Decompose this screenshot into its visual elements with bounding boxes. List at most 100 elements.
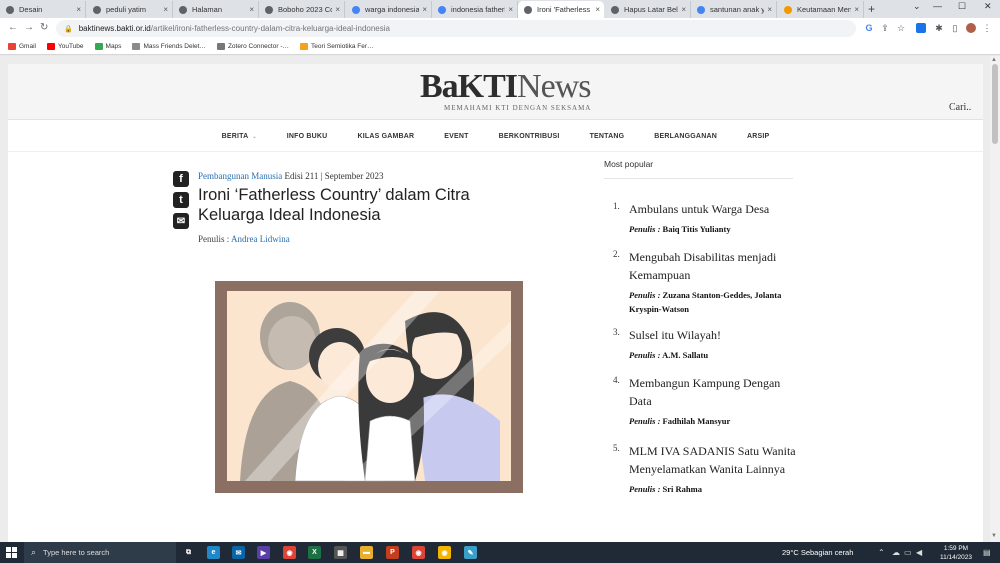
chrome-2-icon[interactable]: ◉ <box>438 546 451 559</box>
article-category[interactable]: Pembangunan Manusia <box>198 171 282 181</box>
browser-tab[interactable]: peduli yatim × <box>87 1 173 18</box>
tab-close-icon[interactable]: × <box>767 5 772 14</box>
nav-item[interactable]: BERKONTRIBUSI <box>499 133 560 140</box>
nav-item[interactable]: INFO BUKU <box>287 133 328 140</box>
globe-icon <box>93 5 101 14</box>
scroll-down-icon[interactable]: ▼ <box>991 533 997 539</box>
weather-widget[interactable]: 29°C Sebagian cerah <box>782 548 853 557</box>
volume-icon[interactable]: ◀ <box>916 548 922 557</box>
facebook-share-icon[interactable]: f <box>173 171 189 187</box>
profile-avatar-icon[interactable] <box>966 23 976 33</box>
notes-icon[interactable]: ✎ <box>464 546 477 559</box>
author-name: Fadhilah Mansyur <box>662 416 731 426</box>
nav-item-label: ARSIP <box>746 133 770 140</box>
tab-close-icon[interactable]: × <box>595 5 600 14</box>
minimize-icon[interactable]: — <box>933 1 942 11</box>
tab-close-icon[interactable]: × <box>249 5 254 14</box>
mail-icon[interactable]: ✉ <box>232 546 245 559</box>
network-icon[interactable]: ▭ <box>904 548 912 557</box>
popular-item-title[interactable]: Mengubah Disabilitas menjadi Kemampuan <box>629 248 798 284</box>
bookmark-star-icon[interactable]: ☆ <box>896 23 906 33</box>
popular-item: 1. Ambulans untuk Warga Desa Penulis : Bai… <box>613 200 798 236</box>
tab-close-icon[interactable]: × <box>76 5 81 14</box>
media-icon[interactable]: ▶ <box>257 546 270 559</box>
tab-label: Ironi 'Fatherless C… <box>537 5 592 14</box>
extension-icon[interactable] <box>916 23 926 33</box>
window-close-icon[interactable]: ✕ <box>984 1 992 12</box>
twitter-share-icon[interactable]: t <box>173 192 189 208</box>
browser-tab[interactable]: Keutamaan Meny…× <box>778 1 864 18</box>
forward-icon[interactable]: → <box>24 22 34 33</box>
tab-close-icon[interactable]: × <box>163 5 168 14</box>
tab-close-icon[interactable]: × <box>335 5 340 14</box>
share-page-icon[interactable]: ⇪ <box>880 23 890 33</box>
email-share-icon[interactable]: ✉ <box>173 213 189 229</box>
tab-close-icon[interactable]: × <box>854 5 859 14</box>
side-panel-icon[interactable]: ▯ <box>950 23 960 33</box>
browser-tab[interactable]: Hapus Latar Belak…× <box>605 1 691 18</box>
bookmark-item[interactable]: Teori Semiotika Fer… <box>300 43 374 50</box>
nav-item[interactable]: EVENT <box>444 133 468 140</box>
article-edition: Edisi 211 | September 2023 <box>282 171 384 181</box>
browser-tab[interactable]: santunan anak ya…× <box>691 1 777 18</box>
tab-search-icon[interactable]: ⌄ <box>913 1 921 12</box>
browser-tab[interactable]: indonesia fatherl…× <box>432 1 518 18</box>
windows-start-icon[interactable] <box>6 547 17 558</box>
browser-tab[interactable]: warga indonesia …× <box>346 1 432 18</box>
cloud-icon[interactable]: ☁ <box>892 548 900 557</box>
tab-close-icon[interactable]: × <box>508 5 513 14</box>
excel-icon[interactable]: X <box>308 546 321 559</box>
browser-tab[interactable]: Ironi 'Fatherless C…× <box>518 1 604 18</box>
new-tab-icon[interactable]: + <box>868 2 875 16</box>
bookmark-item[interactable]: Mass Friends Delet… <box>132 43 206 50</box>
powerpoint-icon[interactable]: P <box>386 546 399 559</box>
popular-item-title[interactable]: Membangun Kampung Dengan Data <box>629 374 798 410</box>
edge-icon[interactable]: e <box>207 546 220 559</box>
nav-item[interactable]: ARSIP <box>747 133 769 140</box>
site-header: BaKTINews MEMAHAMI KTI DENGAN SEKSAMA Ca… <box>8 64 983 120</box>
bookmark-item[interactable]: Maps <box>94 43 121 50</box>
tab-close-icon[interactable]: × <box>681 5 686 14</box>
file-explorer-icon[interactable]: ▬ <box>360 546 373 559</box>
popular-item-title[interactable]: MLM IVA SADANIS Satu Wanita Menyelamatka… <box>629 442 798 478</box>
chrome-icon[interactable]: ◉ <box>283 546 296 559</box>
back-icon[interactable]: ← <box>8 22 18 33</box>
maximize-icon[interactable]: ☐ <box>958 1 966 12</box>
page-scrollbar[interactable]: ▲ ▼ <box>990 56 1000 542</box>
nav-item[interactable]: BERITA ⌄ <box>222 133 257 140</box>
popular-item-title[interactable]: Ambulans untuk Warga Desa <box>629 200 798 218</box>
scroll-up-icon[interactable]: ▲ <box>991 57 997 63</box>
web-page: BaKTINews MEMAHAMI KTI DENGAN SEKSAMA Ca… <box>8 64 983 542</box>
tab-label: Halaman <box>192 5 223 14</box>
browser-tab[interactable]: Boboho 2023 Co…× <box>259 1 345 18</box>
reload-icon[interactable]: ↻ <box>40 22 48 33</box>
site-logo[interactable]: BaKTINews <box>420 68 591 106</box>
author-name[interactable]: Andrea Lidwina <box>231 234 290 244</box>
nav-item[interactable]: BERLANGGANAN <box>654 133 717 140</box>
extensions-puzzle-icon[interactable]: ✱ <box>934 23 944 33</box>
tab-close-icon[interactable]: × <box>422 5 427 14</box>
taskbar-search[interactable]: ⌕ Type here to search <box>24 542 176 563</box>
bookmark-item[interactable]: Zotero Connector -… <box>216 43 289 50</box>
popular-item: 3. Sulsel itu Wilayah! Penulis : A.M. Sall… <box>613 326 798 362</box>
notification-icon[interactable]: ▤ <box>983 548 991 557</box>
nav-item[interactable]: KILAS GAMBAR <box>357 133 414 140</box>
scrollbar-thumb[interactable] <box>992 64 998 144</box>
search-link[interactable]: Cari.. <box>949 102 971 113</box>
tray-chevron-icon[interactable]: ⌃ <box>878 548 885 557</box>
task-view-icon[interactable]: ⧉ <box>182 546 195 559</box>
google-lens-icon[interactable]: G <box>864 23 874 33</box>
address-bar[interactable]: 🔒 baktinews.bakti.or.id /artikel/ironi-f… <box>56 20 856 37</box>
menu-kebab-icon[interactable]: ⋮ <box>982 23 992 33</box>
chrome-active-icon[interactable]: ◉ <box>412 546 425 559</box>
bookmark-item[interactable]: Gmail <box>8 43 36 50</box>
bookmark-label: YouTube <box>57 43 84 50</box>
popular-item-author: Penulis : Fadhilah Mansyur <box>629 414 798 428</box>
popular-item-title[interactable]: Sulsel itu Wilayah! <box>629 326 798 344</box>
browser-tab[interactable]: Desain × <box>0 1 86 18</box>
bookmark-item[interactable]: YouTube <box>46 43 84 50</box>
browser-tab[interactable]: Halaman × <box>173 1 259 18</box>
taskbar-clock[interactable]: 1:59 PM 11/14/2023 <box>936 544 976 562</box>
nav-item[interactable]: TENTANG <box>590 133 625 140</box>
calculator-icon[interactable]: ▦ <box>334 546 347 559</box>
